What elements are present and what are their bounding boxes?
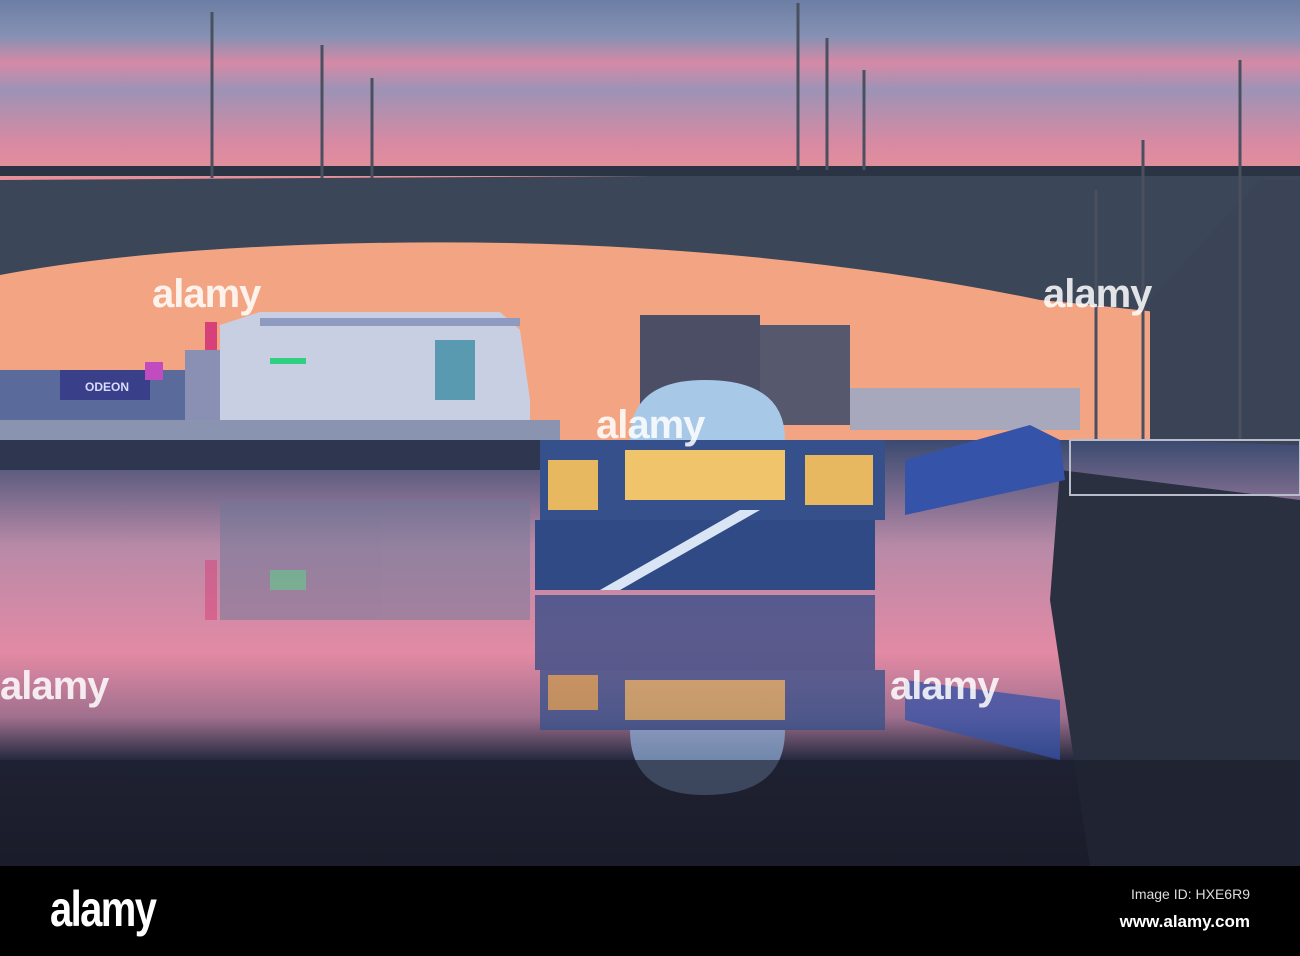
odeon-sign: ODEON [85, 380, 129, 394]
city-reflection [205, 500, 530, 620]
site-url: www.alamy.com [1119, 912, 1250, 931]
dark-water-foreground [0, 760, 1300, 866]
watermark-overlay: alamy [152, 272, 261, 316]
watermark-overlay: alamy [596, 403, 705, 447]
alamy-logo: alamy [50, 881, 157, 937]
watermark-overlay: alamy [1043, 272, 1152, 316]
watermark-bar: alamy Image ID: HXE6R9 www.alamy.com [0, 866, 1300, 956]
watermark-overlay: alamy [0, 664, 109, 708]
watermark-overlay: alamy [890, 664, 999, 708]
stock-photo: ODEON alamy alamy alamy alamy alamy alam… [0, 0, 1300, 956]
image-id: Image ID: HXE6R9 [1130, 886, 1250, 902]
